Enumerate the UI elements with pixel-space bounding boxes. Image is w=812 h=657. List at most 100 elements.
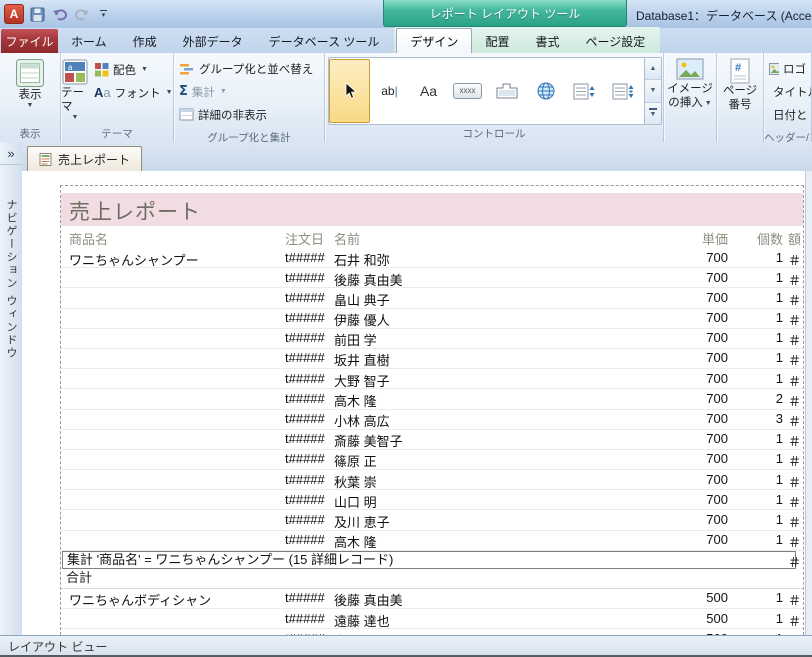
customer-name-cell[interactable]: 小林 高広 xyxy=(334,411,390,430)
unit-price-cell[interactable]: 700 xyxy=(662,371,728,386)
order-date-cell[interactable]: t##### xyxy=(285,391,325,406)
column-header-amount[interactable]: 額 xyxy=(788,229,801,248)
document-tab-sales-report[interactable]: 売上レポート xyxy=(27,146,143,171)
report-row[interactable]: t##### 伊藤 優人 700 1 ＃ xyxy=(61,309,803,329)
quantity-cell[interactable]: 1 xyxy=(732,250,783,265)
view-button[interactable]: 表示 ▼ xyxy=(0,53,60,109)
customer-name-cell[interactable]: 前田 学 xyxy=(334,330,377,349)
quantity-cell[interactable]: 1 xyxy=(732,611,783,626)
unit-price-cell[interactable]: 700 xyxy=(662,330,728,345)
access-app-icon[interactable]: A xyxy=(4,4,24,24)
list-box-tool-icon[interactable] xyxy=(604,59,643,123)
report-row[interactable]: t##### 篠原 正 700 1 ＃ xyxy=(61,450,803,471)
unit-price-cell[interactable]: 700 xyxy=(662,472,728,487)
tab-control-tool-icon[interactable] xyxy=(487,59,526,123)
report-row[interactable]: ワニちゃんシャンプー t##### 石井 和弥 700 1 ＃ xyxy=(61,248,803,269)
unit-price-cell[interactable]: 700 xyxy=(662,411,728,426)
customer-name-cell[interactable]: 畠山 典子 xyxy=(334,290,390,309)
amount-cell[interactable]: ＃ xyxy=(788,611,801,630)
group-summary-box[interactable]: 集計 '商品名' = ワニちゃんシャンプー (15 詳細レコード) xyxy=(62,550,796,569)
customer-name-cell[interactable]: 坂井 直樹 xyxy=(334,350,390,369)
report-row[interactable]: t##### 遠藤 達也 500 1 ＃ xyxy=(61,609,803,630)
amount-cell[interactable]: ＃ xyxy=(788,590,801,609)
tab-database-tools[interactable]: データベース ツール xyxy=(256,29,393,53)
report-row[interactable]: t##### 坂井 直樹 700 1 ＃ xyxy=(61,349,803,370)
amount-cell[interactable]: ＃ xyxy=(788,431,801,450)
tab-design[interactable]: デザイン xyxy=(396,28,473,53)
navigation-pane-collapsed[interactable]: » ナビゲーション ウィンドウ xyxy=(0,142,23,635)
amount-cell[interactable]: ＃ xyxy=(788,472,801,491)
quantity-cell[interactable]: 1 xyxy=(732,290,783,305)
order-date-cell[interactable]: t##### xyxy=(285,431,325,446)
hyperlink-tool-icon[interactable] xyxy=(526,59,565,123)
unit-price-cell[interactable]: 700 xyxy=(662,451,728,466)
quantity-cell[interactable]: 1 xyxy=(732,492,783,507)
hide-details-button[interactable]: 詳細の非表示 xyxy=(174,103,324,126)
totals-button[interactable]: Σ 集計 ▼ xyxy=(174,80,324,103)
amount-cell[interactable]: ＃ xyxy=(788,350,801,369)
quantity-cell[interactable]: 1 xyxy=(732,350,783,365)
report-row[interactable]: t##### 畠山 典子 700 1 ＃ xyxy=(61,288,803,309)
amount-cell[interactable]: ＃ xyxy=(788,371,801,390)
order-date-cell[interactable]: t##### xyxy=(285,330,325,345)
amount-cell[interactable]: ＃ xyxy=(788,330,801,349)
amount-cell[interactable]: ＃ xyxy=(788,391,801,410)
customer-name-cell[interactable]: 遠藤 達也 xyxy=(334,611,390,630)
amount-cell[interactable]: ＃ xyxy=(788,492,801,511)
amount-cell[interactable]: ＃ xyxy=(788,310,801,329)
report-row[interactable]: t##### 高木 隆 700 1 ＃ xyxy=(61,531,803,551)
order-date-cell[interactable]: t##### xyxy=(285,492,325,507)
fonts-button[interactable]: Aa フォント ▼ xyxy=(89,81,178,104)
column-header-product[interactable]: 商品名 xyxy=(69,229,108,248)
customer-name-cell[interactable]: 及川 恵子 xyxy=(334,512,390,531)
order-date-cell[interactable]: t##### xyxy=(285,371,325,386)
tab-file[interactable]: ファイル xyxy=(1,29,58,53)
report-row[interactable]: t##### 斎藤 美智子 700 1 ＃ xyxy=(61,430,803,450)
column-header-unit-price[interactable]: 単価 xyxy=(662,229,728,248)
order-date-cell[interactable]: t##### xyxy=(285,532,325,547)
customer-name-cell[interactable]: 伊藤 優人 xyxy=(334,310,390,329)
quantity-cell[interactable]: 1 xyxy=(732,472,783,487)
order-date-cell[interactable]: t##### xyxy=(285,310,325,325)
column-header-name[interactable]: 名前 xyxy=(334,229,360,248)
amount-cell[interactable]: ＃ xyxy=(788,290,801,309)
report-row[interactable]: t##### 大野 智子 700 1 ＃ xyxy=(61,369,803,390)
button-tool-icon[interactable]: xxxx xyxy=(448,59,487,123)
tab-page-setup[interactable]: ページ設定 xyxy=(572,29,658,53)
amount-cell[interactable]: ＃ xyxy=(788,270,801,289)
customer-name-cell[interactable]: 大野 智子 xyxy=(334,371,390,390)
order-date-cell[interactable]: t##### xyxy=(285,590,325,605)
title-button[interactable]: タイトル xyxy=(764,80,811,103)
customer-name-cell[interactable]: 篠原 正 xyxy=(334,451,377,470)
unit-price-cell[interactable]: 700 xyxy=(662,270,728,285)
date-time-button[interactable]: 日付と xyxy=(764,103,811,126)
quantity-cell[interactable]: 1 xyxy=(732,270,783,285)
order-date-cell[interactable]: t##### xyxy=(285,350,325,365)
quantity-cell[interactable]: 1 xyxy=(732,431,783,446)
customer-name-cell[interactable]: 後藤 真由美 xyxy=(334,590,403,609)
page-number-button[interactable]: # ページ 番号 xyxy=(717,53,763,112)
customer-name-cell[interactable]: 山口 明 xyxy=(334,492,377,511)
order-date-cell[interactable]: t##### xyxy=(285,472,325,487)
gallery-more-icon[interactable]: ▼ xyxy=(645,102,661,124)
unit-price-cell[interactable]: 700 xyxy=(662,512,728,527)
vertical-scrollbar[interactable] xyxy=(805,171,812,635)
quantity-cell[interactable]: 1 xyxy=(732,330,783,345)
group-total-row[interactable]: 合計 xyxy=(61,569,803,589)
unit-price-cell[interactable]: 700 xyxy=(662,250,728,265)
report-row[interactable]: t##### 後藤 真由美 700 1 ＃ xyxy=(61,268,803,289)
amount-cell[interactable]: ＃ xyxy=(788,532,801,551)
order-date-cell[interactable]: t##### xyxy=(285,270,325,285)
save-icon[interactable] xyxy=(29,6,46,23)
unit-price-cell[interactable]: 700 xyxy=(662,350,728,365)
report-row[interactable]: t##### 山口 明 700 1 ＃ xyxy=(61,490,803,511)
column-header-quantity[interactable]: 個数 xyxy=(732,229,783,248)
quantity-cell[interactable]: 1 xyxy=(732,590,783,605)
unit-price-cell[interactable]: 700 xyxy=(662,310,728,325)
tab-arrange[interactable]: 配置 xyxy=(472,29,522,53)
order-date-cell[interactable]: t##### xyxy=(285,512,325,527)
report-row[interactable]: t##### 小林 高広 700 3 ＃ xyxy=(61,410,803,430)
quantity-cell[interactable]: 3 xyxy=(732,411,783,426)
report-row[interactable]: ワニちゃんボディシャン t##### 後藤 真由美 500 1 ＃ xyxy=(61,589,803,609)
navigation-pane-expand-icon[interactable]: » xyxy=(0,142,22,165)
